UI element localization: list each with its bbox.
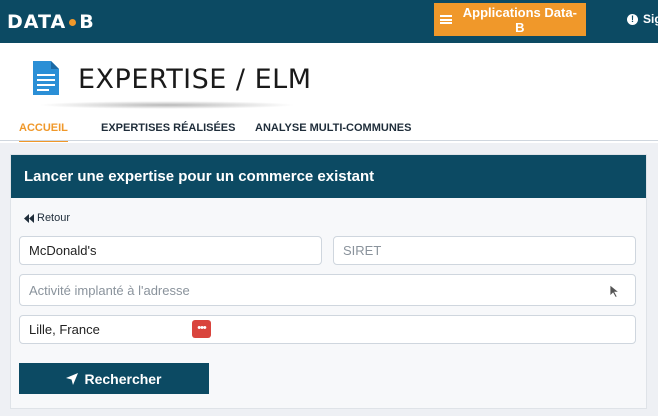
location-arrow-icon: [66, 372, 79, 385]
back-label: Retour: [37, 212, 71, 224]
location-input[interactable]: Lille, France •••: [19, 315, 636, 344]
activity-placeholder: Activité implanté à l'adresse: [29, 282, 190, 298]
document-icon: [33, 61, 59, 95]
password-manager-icon[interactable]: •••: [192, 320, 211, 338]
expertise-search-card: Lancer une expertise pour un commerce ex…: [10, 154, 647, 409]
signin-label: Sig: [643, 12, 658, 26]
top-navbar: DATA B Applications Data-B ! Sig: [0, 0, 658, 43]
location-value: Lille, France: [29, 322, 100, 337]
tabs-divider: [0, 140, 658, 141]
activity-input[interactable]: Activité implanté à l'adresse: [19, 274, 636, 306]
back-link[interactable]: Retour: [24, 212, 70, 224]
tab-expertises-realisees[interactable]: EXPERTISES RÉALISÉES: [101, 122, 235, 140]
siret-placeholder: SIRET: [343, 243, 382, 258]
search-button-label: Rechercher: [84, 370, 162, 387]
tab-analyse-multi-communes[interactable]: ANALYSE MULTI-COMMUNES: [255, 122, 411, 140]
logo-text-left: DATA: [7, 11, 67, 33]
logo-text-right: B: [79, 11, 95, 33]
cursor-pointer-icon: [609, 284, 621, 298]
info-circle-icon: !: [627, 13, 638, 25]
siret-input[interactable]: SIRET: [333, 236, 636, 265]
hamburger-icon: [440, 15, 452, 24]
title-shadow-decoration: [38, 101, 296, 109]
applications-menu-button[interactable]: Applications Data-B: [434, 3, 586, 36]
page-header: EXPERTISE / ELM ACCUEIL EXPERTISES RÉALI…: [0, 43, 658, 143]
double-chevron-left-icon: [24, 213, 34, 223]
logo-dot-icon: [69, 18, 77, 26]
search-button[interactable]: Rechercher: [19, 363, 209, 394]
commerce-name-input[interactable]: McDonald's: [19, 236, 322, 265]
signin-link[interactable]: ! Sig: [627, 12, 658, 26]
page-title: EXPERTISE / ELM: [78, 64, 312, 95]
commerce-name-value: McDonald's: [29, 243, 97, 258]
tab-accueil[interactable]: ACCUEIL: [19, 122, 68, 142]
applications-menu-label: Applications Data-B: [462, 4, 577, 35]
brand-logo[interactable]: DATA B: [7, 11, 95, 33]
main-tabs: ACCUEIL EXPERTISES RÉALISÉES ANALYSE MUL…: [0, 122, 658, 142]
card-header: Lancer une expertise pour un commerce ex…: [11, 155, 646, 198]
